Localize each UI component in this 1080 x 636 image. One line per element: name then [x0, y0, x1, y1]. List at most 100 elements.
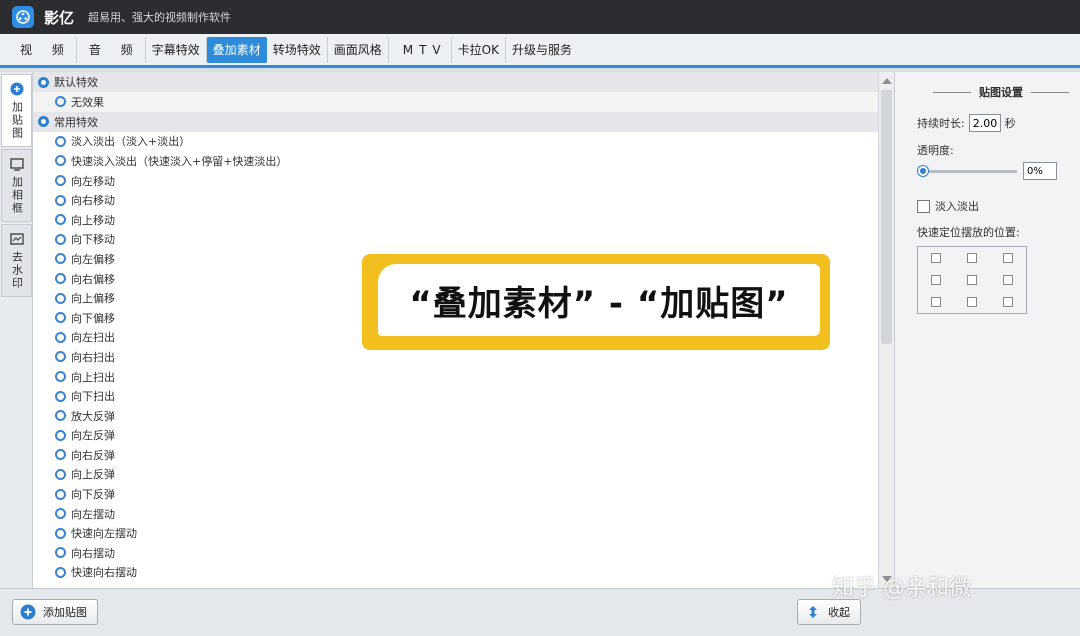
radio-icon — [55, 468, 66, 480]
radio-icon — [55, 312, 66, 324]
list-item-label: 向上扫出 — [71, 370, 115, 384]
group-header-label: 默认特效 — [54, 76, 98, 89]
list-item[interactable]: 向下移动 — [33, 230, 878, 250]
list-item-label: 向左反弹 — [71, 429, 115, 443]
annotation-text: “叠加素材” - “加贴图” — [409, 283, 789, 324]
position-bottom-center-checkbox[interactable] — [967, 297, 977, 307]
list-item-label: 向上反弹 — [71, 468, 115, 482]
duration-label: 持续时长: — [917, 117, 965, 130]
position-center-checkbox[interactable] — [967, 275, 977, 285]
position-top-center-checkbox[interactable] — [967, 253, 977, 263]
tab-transition-effects[interactable]: 转场特效 — [267, 36, 328, 63]
list-item-label: 向下反弹 — [71, 488, 115, 502]
position-bottom-right-checkbox[interactable] — [1003, 297, 1013, 307]
add-sticker-button[interactable]: 添加贴图 — [12, 599, 98, 625]
list-item[interactable]: 向右扫出 — [33, 347, 878, 367]
fade-label: 淡入淡出 — [935, 200, 979, 213]
side-tab-label: 加贴图 — [10, 101, 24, 140]
list-item[interactable]: 向左摆动 — [33, 504, 878, 524]
side-tab-add-sticker[interactable]: 加贴图 — [1, 74, 32, 147]
side-tab-label: 去水印 — [10, 251, 24, 290]
position-label: 快速定位摆放的位置: — [917, 226, 1020, 239]
list-scrollbar[interactable] — [878, 72, 894, 588]
list-item[interactable]: 淡入淡出（淡入+淡出） — [33, 132, 878, 152]
list-item[interactable]: 向右摆动 — [33, 543, 878, 563]
radio-icon — [55, 410, 66, 422]
group-header-common[interactable]: 常用特效 — [33, 111, 878, 132]
list-item[interactable]: 向右移动 — [33, 190, 878, 210]
radio-icon — [55, 273, 66, 285]
settings-title: 贴图设置 — [925, 84, 1080, 100]
side-tab-bar: 加贴图 加相框 去水印 — [0, 72, 33, 588]
opacity-input[interactable] — [1023, 162, 1057, 180]
settings-title-label: 贴图设置 — [979, 86, 1023, 99]
scroll-thumb[interactable] — [881, 90, 892, 344]
list-item-label: 淡入淡出（淡入+淡出） — [71, 135, 191, 149]
app-slogan: 超易用、强大的视频制作软件 — [88, 11, 232, 24]
fade-row: 淡入淡出 — [917, 198, 1080, 214]
list-item-label: 向右扫出 — [71, 350, 115, 364]
tab-karaoke[interactable]: 卡拉OK — [452, 36, 506, 63]
list-item-label: 向左扫出 — [71, 331, 115, 345]
scroll-up-icon[interactable] — [882, 78, 892, 84]
radio-icon — [55, 488, 66, 500]
side-tab-add-frame[interactable]: 加相框 — [1, 149, 32, 222]
position-middle-right-checkbox[interactable] — [1003, 275, 1013, 285]
radio-icon — [55, 155, 66, 167]
tab-overlay-material[interactable]: 叠加素材 — [206, 36, 267, 63]
group-header-default[interactable]: 默认特效 — [33, 72, 878, 92]
annotation-callout-inner: “叠加素材” - “加贴图” — [378, 264, 820, 336]
radio-icon — [55, 566, 66, 578]
title-bar: 影亿 超易用、强大的视频制作软件 — [0, 0, 1080, 34]
radio-icon — [55, 96, 66, 108]
list-item[interactable]: 快速淡入淡出（快速淡入+停留+快速淡出） — [33, 151, 878, 171]
list-item-label: 向上偏移 — [71, 292, 115, 306]
list-item[interactable]: 无效果 — [33, 92, 878, 112]
main-tab-bar: 视 频 音 频 字幕特效 叠加素材 转场特效 画面风格 MTV 卡拉OK 升级与… — [0, 34, 1080, 68]
opacity-slider-handle[interactable] — [918, 165, 928, 176]
list-item[interactable]: 快速向左摆动 — [33, 523, 878, 543]
tab-video[interactable]: 视 频 — [8, 36, 77, 63]
list-item[interactable]: 向左移动 — [33, 171, 878, 191]
list-item[interactable]: 向下扫出 — [33, 386, 878, 406]
side-tab-remove-watermark[interactable]: 去水印 — [1, 224, 32, 297]
opacity-slider[interactable] — [918, 165, 1017, 176]
collapse-icon — [38, 116, 49, 128]
tab-image-style[interactable]: 画面风格 — [328, 36, 389, 63]
collapse-label: 收起 — [828, 606, 850, 619]
list-item[interactable]: 快速向右摆动 — [33, 563, 878, 583]
radio-icon — [55, 351, 66, 363]
radio-icon — [55, 429, 66, 441]
list-item[interactable]: 向上反弹 — [33, 465, 878, 485]
list-item-label: 无效果 — [71, 95, 104, 109]
side-tab-label: 加相框 — [10, 176, 24, 215]
position-top-left-checkbox[interactable] — [931, 253, 941, 263]
radio-icon — [55, 214, 66, 226]
position-bottom-left-checkbox[interactable] — [931, 297, 941, 307]
list-item-label: 快速向右摆动 — [71, 566, 137, 580]
list-item[interactable]: 向左反弹 — [33, 426, 878, 446]
add-sticker-label: 添加贴图 — [43, 606, 87, 619]
position-top-right-checkbox[interactable] — [1003, 253, 1013, 263]
list-item[interactable]: 向上移动 — [33, 210, 878, 230]
tab-upgrade-service[interactable]: 升级与服务 — [506, 37, 578, 63]
list-item[interactable]: 向下反弹 — [33, 484, 878, 504]
list-item-label: 向左移动 — [71, 174, 115, 188]
tab-subtitle-effects[interactable]: 字幕特效 — [146, 36, 207, 63]
collapse-button[interactable]: 收起 — [797, 599, 861, 625]
tab-mtv[interactable]: MTV — [389, 36, 452, 63]
list-item-label: 向右反弹 — [71, 448, 115, 462]
list-item-label: 向上移动 — [71, 213, 115, 227]
duration-input[interactable] — [968, 114, 1001, 132]
fade-checkbox[interactable] — [917, 199, 930, 213]
list-item[interactable]: 向上扫出 — [33, 367, 878, 387]
tab-audio[interactable]: 音 频 — [77, 36, 146, 63]
list-item-label: 向下偏移 — [71, 311, 115, 325]
list-item-label: 向右移动 — [71, 194, 115, 208]
list-item[interactable]: 向右反弹 — [33, 445, 878, 465]
radio-icon — [55, 233, 66, 245]
list-item[interactable]: 放大反弹 — [33, 406, 878, 426]
position-middle-left-checkbox[interactable] — [931, 275, 941, 285]
position-label-row: 快速定位摆放的位置: — [917, 224, 1080, 240]
sticker-settings-panel: 贴图设置 持续时长: 秒 透明度: 淡入淡出 快速定位摆放的位置: — [894, 72, 1080, 588]
